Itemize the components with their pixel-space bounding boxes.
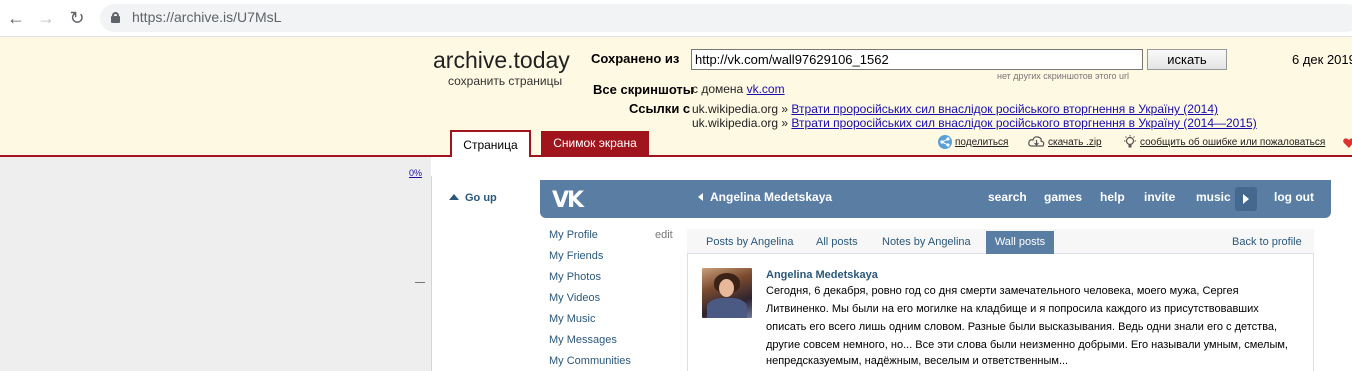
link-domain: uk.wikipedia.org	[692, 102, 779, 116]
report-link[interactable]: сообщить об ошибке или пожаловаться	[1140, 137, 1325, 148]
address-url[interactable]: https://archive.is/U7MsL	[132, 9, 281, 25]
left-gutter	[0, 157, 431, 371]
sidebar-item-my-communities[interactable]: My Communities	[549, 355, 631, 367]
triangle-left-icon	[698, 193, 703, 201]
scroll-marker	[415, 282, 425, 283]
share-icon	[938, 135, 952, 149]
link-separator: »	[781, 116, 789, 130]
sidebar-item-my-photos[interactable]: My Photos	[549, 271, 601, 283]
archive-date: 6 дек 2019	[1292, 52, 1352, 67]
link-domain: uk.wikipedia.org	[692, 116, 779, 130]
play-icon	[1243, 194, 1249, 204]
saved-from-label: Сохранено из	[591, 51, 680, 66]
tab-screenshot[interactable]: Снимок экрана	[541, 131, 649, 155]
edit-link[interactable]: edit	[655, 229, 673, 241]
tab-wall-posts[interactable]: Wall posts	[986, 231, 1054, 254]
back-to-profile-link[interactable]: Back to profile	[1232, 236, 1302, 248]
heart-icon[interactable]	[1343, 137, 1352, 149]
sidebar-item-my-profile[interactable]: My Profile	[549, 229, 598, 241]
post-text-line: Литвиненко. Мы были на его могилке на кл…	[766, 303, 1259, 315]
menu-games[interactable]: games	[1044, 190, 1082, 204]
forward-arrow-icon[interactable]: →	[36, 8, 56, 28]
go-up-label: Go up	[465, 192, 497, 204]
saved-url-input[interactable]	[691, 49, 1143, 70]
from-domain: с домена vk.com	[692, 82, 785, 96]
sidebar-item-my-videos[interactable]: My Videos	[549, 292, 600, 304]
tab-all-posts[interactable]: All posts	[816, 236, 858, 248]
sidebar-item-my-messages[interactable]: My Messages	[549, 334, 617, 346]
link-row: uk.wikipedia.org » Втрати проросійських …	[692, 102, 1218, 116]
post-text-line: другие совсем немного, но... Все эти сло…	[766, 339, 1288, 351]
archive-logo[interactable]: archive.today	[433, 47, 570, 74]
vk-user-name[interactable]: Angelina Medetskaya	[698, 190, 832, 204]
post-text-line: Сегодня, 6 декабря, ровно год со дня сме…	[766, 285, 1239, 297]
lightbulb-icon	[1124, 135, 1136, 148]
tab-notes-by-angelina[interactable]: Notes by Angelina	[882, 236, 971, 248]
sidebar-item-my-friends[interactable]: My Friends	[549, 250, 603, 262]
scroll-percent[interactable]: 0%	[409, 168, 422, 178]
search-button[interactable]: искать	[1147, 49, 1227, 70]
browser-toolbar: ← → ↻ https://archive.is/U7MsL	[0, 0, 1352, 37]
avatar[interactable]	[702, 268, 752, 318]
cloud-download-icon	[1028, 136, 1045, 147]
link-separator: »	[781, 102, 789, 116]
music-play-button[interactable]	[1235, 187, 1257, 211]
link-title[interactable]: Втрати проросійських сил внаслідок росій…	[791, 116, 1256, 130]
menu-help[interactable]: help	[1100, 190, 1125, 204]
go-up-link[interactable]: Go up	[449, 192, 497, 204]
menu-log-out[interactable]: log out	[1274, 190, 1314, 204]
up-triangle-icon	[449, 194, 459, 200]
post-author[interactable]: Angelina Medetskaya	[766, 269, 878, 281]
back-arrow-icon[interactable]: ←	[6, 8, 26, 28]
post-text-line: описать его всего лишь одним словом. Раз…	[766, 321, 1278, 333]
vk-logo[interactable]: VK	[552, 188, 584, 213]
menu-music[interactable]: music	[1196, 190, 1231, 204]
all-screenshots-label: Все скриншоты	[593, 82, 694, 97]
tab-posts-by-angelina[interactable]: Posts by Angelina	[706, 236, 793, 248]
share-link[interactable]: поделиться	[955, 137, 1008, 148]
menu-search[interactable]: search	[988, 190, 1027, 204]
links-label: Ссылки с	[629, 101, 691, 116]
sidebar-item-my-music[interactable]: My Music	[549, 313, 595, 325]
post-text-line: непредсказуемым, надёжным, веселым и отв…	[766, 355, 1069, 367]
menu-invite[interactable]: invite	[1144, 190, 1175, 204]
lock-icon	[111, 12, 120, 23]
no-other-screenshots-note: нет других скриншотов этого url	[997, 71, 1130, 81]
link-row: uk.wikipedia.org » Втрати проросійських …	[692, 116, 1257, 130]
reload-icon[interactable]: ↻	[67, 8, 87, 28]
domain-link[interactable]: vk.com	[747, 82, 785, 96]
archive-logo-subtitle: сохранить страницы	[448, 74, 563, 88]
download-zip-link[interactable]: скачать .zip	[1048, 137, 1102, 148]
address-bar[interactable]: https://archive.is/U7MsL	[100, 4, 1352, 32]
vk-user-name-label: Angelina Medetskaya	[710, 190, 833, 204]
tab-page[interactable]: Страница	[450, 130, 531, 157]
from-domain-prefix: с домена	[692, 82, 744, 96]
link-title[interactable]: Втрати проросійських сил внаслідок росій…	[791, 102, 1218, 116]
